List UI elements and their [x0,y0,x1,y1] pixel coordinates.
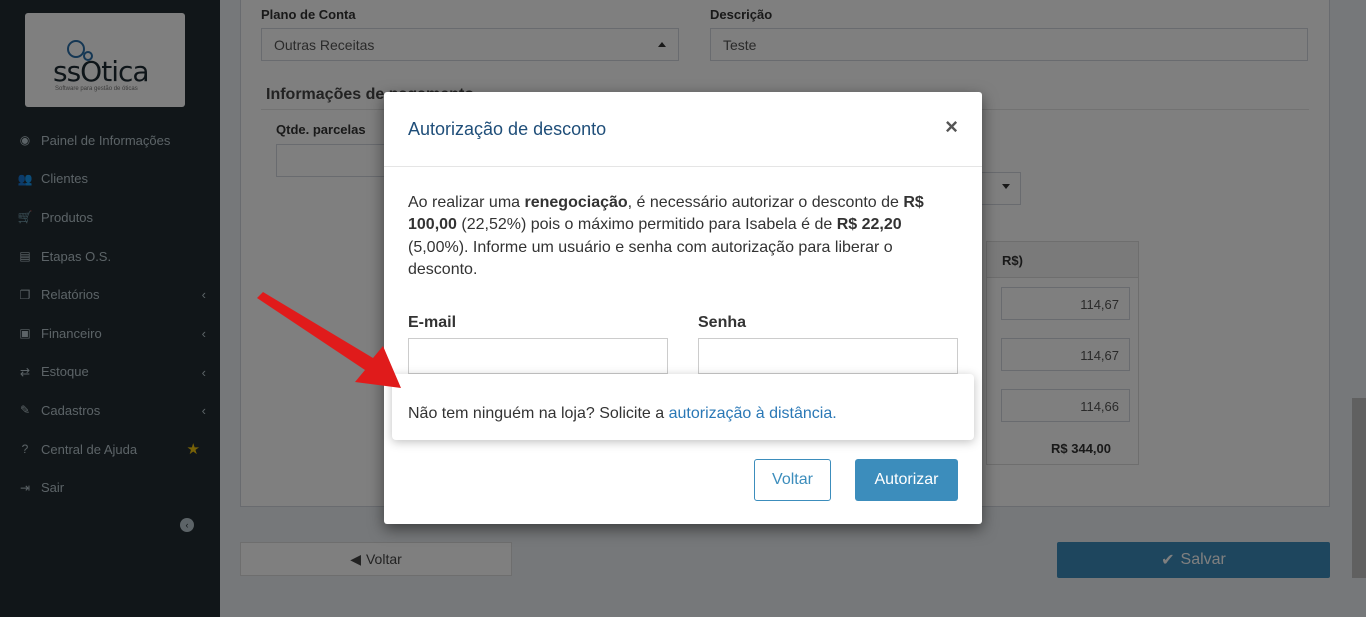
msg-bold-renegociacao: renegociação [524,194,628,211]
modal-title: Autorização de desconto [408,119,607,139]
red-arrow-icon [257,292,401,388]
voltar-button[interactable]: Voltar [754,459,831,501]
email-field[interactable] [408,338,668,374]
remote-authorization-callout: Não tem ninguém na loja? Solicite a auto… [392,374,974,440]
callout-text: Não tem ninguém na loja? Solicite a [408,405,669,422]
msg-text: (5,00%). Informe um usuário e senha com … [408,238,893,278]
msg-bold-maximo: R$ 22,20 [836,216,902,234]
remote-authorization-link[interactable]: autorização à distância. [669,405,837,422]
close-icon[interactable]: × [945,116,958,138]
modal-header: Autorização de desconto × [384,92,982,167]
msg-text: (22,52%) pois o máximo permitido para Is… [456,216,837,234]
autorizar-button[interactable]: Autorizar [855,459,958,501]
email-label: E-mail [408,314,457,331]
discount-authorization-modal: Autorização de desconto × Ao realizar um… [384,92,982,524]
msg-text: , é necessário autorizar o desconto de [627,194,904,211]
remote-authorization-text: Não tem ninguém na loja? Solicite a auto… [408,405,837,423]
msg-text: Ao realizar uma [408,194,525,211]
modal-message: Ao realizar uma renegociação, é necessár… [408,192,958,281]
password-field[interactable] [698,338,958,374]
senha-label: Senha [698,314,747,331]
